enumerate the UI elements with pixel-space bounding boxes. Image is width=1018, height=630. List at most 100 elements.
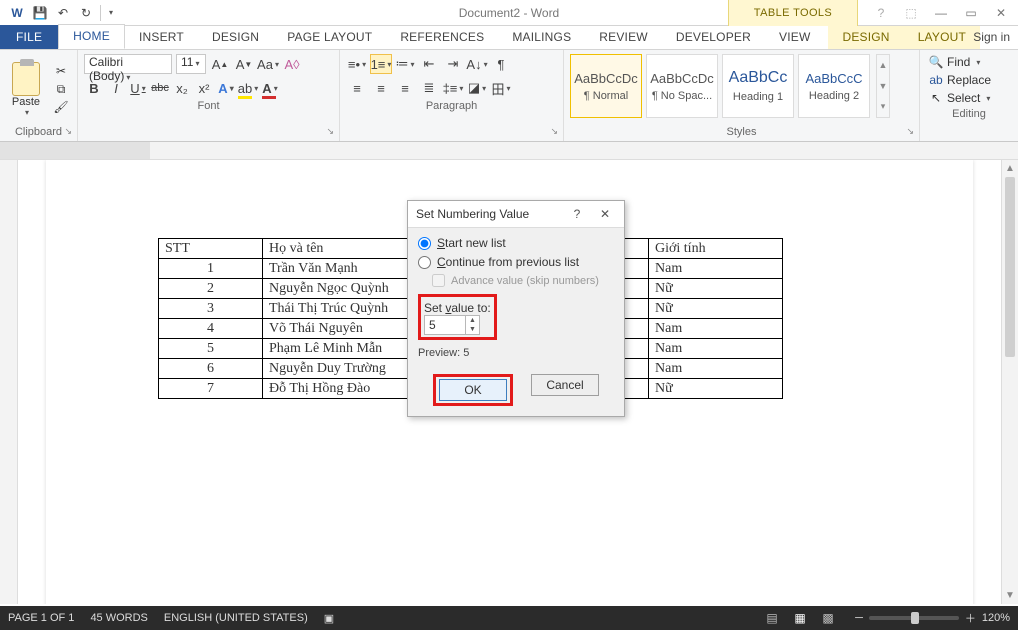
set-value-field[interactable]: 5 bbox=[425, 318, 465, 332]
decrease-indent-icon[interactable]: ⇤ bbox=[418, 54, 440, 74]
format-painter-icon[interactable]: 🖌 bbox=[52, 99, 70, 115]
clipboard-launcher-icon[interactable]: ↘ bbox=[61, 125, 75, 138]
tab-references[interactable]: REFERENCES bbox=[386, 26, 498, 49]
bold-button[interactable]: B bbox=[84, 78, 104, 98]
radio-start-new-list[interactable]: Start new list bbox=[418, 236, 614, 250]
font-size-combo[interactable]: 11 bbox=[176, 54, 206, 74]
highlight-color-icon[interactable]: ab bbox=[238, 78, 258, 98]
restore-icon[interactable]: ▭ bbox=[958, 0, 984, 26]
undo-icon[interactable]: ↶ bbox=[52, 2, 74, 24]
clear-formatting-icon[interactable]: A◊ bbox=[282, 54, 302, 74]
italic-button[interactable]: I bbox=[106, 78, 126, 98]
status-macro-icon[interactable]: ▣ bbox=[324, 612, 334, 625]
font-launcher-icon[interactable]: ↘ bbox=[323, 125, 337, 138]
save-icon[interactable]: 💾 bbox=[29, 2, 51, 24]
repeat-icon[interactable]: ↻ bbox=[75, 2, 97, 24]
vertical-ruler[interactable] bbox=[0, 160, 18, 604]
tab-mailings[interactable]: MAILINGS bbox=[498, 26, 585, 49]
dialog-help-icon[interactable]: ? bbox=[566, 207, 588, 221]
status-page[interactable]: PAGE 1 OF 1 bbox=[8, 612, 74, 624]
replace-button[interactable]: abReplace bbox=[926, 72, 1012, 88]
zoom-out-icon[interactable]: ─ bbox=[855, 612, 863, 624]
col-sex-header[interactable]: Giới tính bbox=[649, 239, 783, 259]
close-icon[interactable]: ✕ bbox=[988, 0, 1014, 26]
minimize-icon[interactable]: — bbox=[928, 0, 954, 26]
col-stt-header[interactable]: STT bbox=[159, 239, 263, 259]
spinner-up-icon[interactable]: ▲ bbox=[466, 316, 479, 325]
change-case-icon[interactable]: Aa bbox=[258, 54, 278, 74]
strikethrough-button[interactable]: abc bbox=[150, 78, 170, 98]
subscript-button[interactable]: x₂ bbox=[172, 78, 192, 98]
bullets-icon[interactable]: ≡• bbox=[346, 54, 368, 74]
styles-scroll-up-icon[interactable]: ▲ bbox=[877, 55, 889, 76]
zoom-slider-thumb[interactable] bbox=[911, 612, 919, 624]
borders-icon[interactable]: 田 bbox=[490, 78, 512, 98]
qat-customize-icon[interactable] bbox=[104, 2, 116, 24]
multilevel-list-icon[interactable]: ≔ bbox=[394, 54, 416, 74]
tab-table-layout[interactable]: LAYOUT bbox=[904, 26, 980, 49]
text-effects-icon[interactable]: A bbox=[216, 78, 236, 98]
radio-continue-list[interactable]: Continue from previous list bbox=[418, 255, 614, 269]
superscript-button[interactable]: x² bbox=[194, 78, 214, 98]
shading-icon[interactable]: ◪ bbox=[466, 78, 488, 98]
style-heading1[interactable]: AaBbCc Heading 1 bbox=[722, 54, 794, 118]
view-read-icon[interactable]: ▤ bbox=[761, 610, 783, 626]
horizontal-ruler[interactable] bbox=[0, 142, 1018, 160]
tab-insert[interactable]: INSERT bbox=[125, 26, 198, 49]
cancel-button[interactable]: Cancel bbox=[531, 374, 599, 396]
paragraph-launcher-icon[interactable]: ↘ bbox=[547, 125, 561, 138]
scroll-down-icon[interactable]: ▼ bbox=[1002, 587, 1018, 604]
radio-continue-list-input[interactable] bbox=[418, 256, 431, 269]
scroll-thumb[interactable] bbox=[1005, 177, 1015, 357]
tab-review[interactable]: REVIEW bbox=[585, 26, 662, 49]
style-heading2[interactable]: AaBbCcC Heading 2 bbox=[798, 54, 870, 118]
style-normal[interactable]: AaBbCcDc ¶ Normal bbox=[570, 54, 642, 118]
zoom-level[interactable]: 120% bbox=[982, 612, 1010, 624]
align-left-icon[interactable]: ≡ bbox=[346, 78, 368, 98]
dialog-titlebar[interactable]: Set Numbering Value ? ✕ bbox=[408, 201, 624, 228]
app-icon[interactable]: W bbox=[6, 2, 28, 24]
vertical-scrollbar[interactable]: ▲ ▼ bbox=[1001, 160, 1018, 604]
tab-design[interactable]: DESIGN bbox=[198, 26, 273, 49]
set-value-spinner[interactable]: 5 ▲ ▼ bbox=[424, 315, 480, 335]
select-button[interactable]: ↖Select bbox=[926, 90, 1012, 106]
tab-page-layout[interactable]: PAGE LAYOUT bbox=[273, 26, 386, 49]
sort-icon[interactable]: A↓ bbox=[466, 54, 488, 74]
scroll-up-icon[interactable]: ▲ bbox=[1002, 160, 1018, 177]
align-right-icon[interactable]: ≡ bbox=[394, 78, 416, 98]
help-icon[interactable]: ? bbox=[868, 0, 894, 26]
sign-in-link[interactable]: Sign in bbox=[973, 30, 1010, 44]
ok-button[interactable]: OK bbox=[439, 379, 507, 401]
shrink-font-icon[interactable]: A▼ bbox=[234, 54, 254, 74]
styles-more-icon[interactable]: ▾ bbox=[877, 96, 889, 117]
dialog-close-icon[interactable]: ✕ bbox=[594, 207, 616, 221]
tab-developer[interactable]: DEVELOPER bbox=[662, 26, 765, 49]
zoom-slider[interactable] bbox=[869, 616, 959, 620]
font-color-icon[interactable]: A bbox=[260, 78, 280, 98]
styles-launcher-icon[interactable]: ↘ bbox=[903, 125, 917, 138]
grow-font-icon[interactable]: A▲ bbox=[210, 54, 230, 74]
status-language[interactable]: ENGLISH (UNITED STATES) bbox=[164, 612, 308, 624]
justify-icon[interactable]: ≣ bbox=[418, 78, 440, 98]
tab-table-design[interactable]: DESIGN bbox=[828, 26, 903, 49]
font-name-combo[interactable]: Calibri (Body) bbox=[84, 54, 172, 74]
line-spacing-icon[interactable]: ‡≡ bbox=[442, 78, 464, 98]
scroll-track[interactable] bbox=[1002, 177, 1018, 587]
view-web-icon[interactable]: ▩ bbox=[817, 610, 839, 626]
increase-indent-icon[interactable]: ⇥ bbox=[442, 54, 464, 74]
tab-file[interactable]: FILE bbox=[0, 25, 58, 49]
tab-view[interactable]: VIEW bbox=[765, 26, 824, 49]
style-no-spacing[interactable]: AaBbCcDc ¶ No Spac... bbox=[646, 54, 718, 118]
radio-start-new-list-input[interactable] bbox=[418, 237, 431, 250]
cut-icon[interactable]: ✂ bbox=[52, 63, 70, 79]
ribbon-display-options-icon[interactable]: ⬚ bbox=[898, 0, 924, 26]
underline-button[interactable]: U bbox=[128, 78, 148, 98]
status-words[interactable]: 45 WORDS bbox=[90, 612, 147, 624]
styles-scroll-down-icon[interactable]: ▼ bbox=[877, 76, 889, 97]
numbering-icon[interactable]: 1≡ bbox=[370, 54, 392, 74]
show-marks-icon[interactable]: ¶ bbox=[490, 54, 512, 74]
paste-button[interactable]: Paste bbox=[6, 60, 46, 119]
spinner-down-icon[interactable]: ▼ bbox=[466, 325, 479, 334]
align-center-icon[interactable]: ≡ bbox=[370, 78, 392, 98]
find-button[interactable]: 🔍Find bbox=[926, 54, 1012, 70]
